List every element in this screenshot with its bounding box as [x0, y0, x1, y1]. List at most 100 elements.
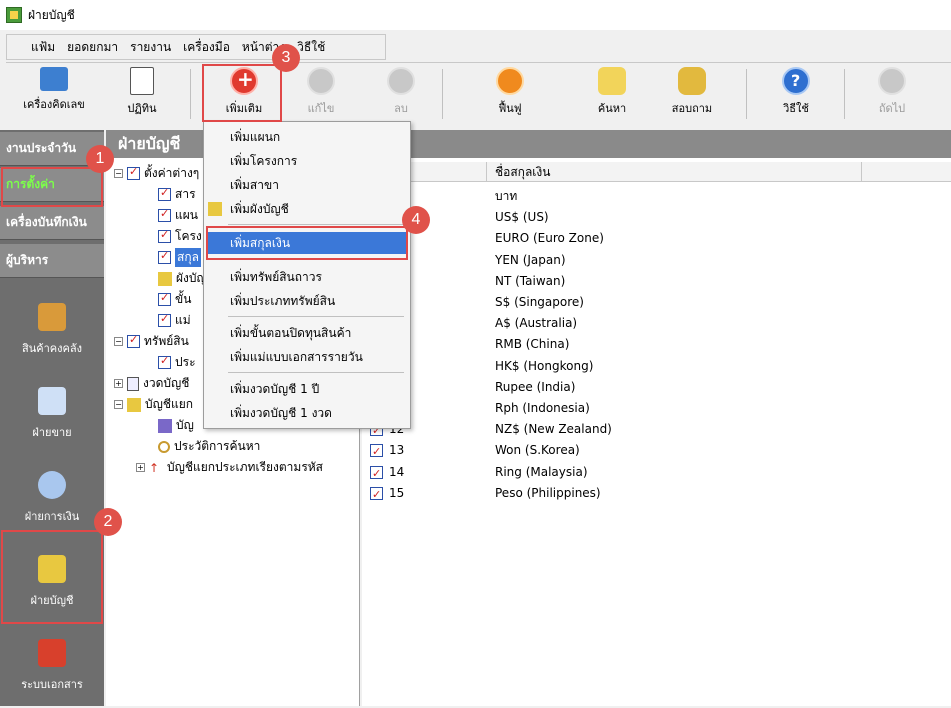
tree-node[interactable]: ประ: [158, 353, 196, 372]
tree-node[interactable]: สาร: [158, 185, 196, 204]
folder-check-icon: [158, 207, 171, 222]
table-row[interactable]: 14 Ring (Malaysia): [362, 462, 951, 484]
menu-item-add-chart-of-accounts[interactable]: เพิ่มผังบัญชี: [206, 198, 408, 220]
row-code: 14: [370, 462, 404, 484]
tree-node[interactable]: บัญ: [158, 416, 194, 435]
menu-item-add-period-single[interactable]: เพิ่มงวดบัญชี 1 งวด: [206, 402, 408, 424]
menu-item-add-fixed-asset[interactable]: เพิ่มทรัพย์สินถาวร: [206, 266, 408, 288]
menu-item-add-project[interactable]: เพิ่มโครงการ: [206, 150, 408, 172]
table-row[interactable]: US$ (US): [362, 207, 951, 228]
table-row[interactable]: HK$ (Hongkong): [362, 356, 951, 377]
table-row[interactable]: EURO (Euro Zone): [362, 228, 951, 249]
help-icon: ?: [782, 67, 810, 95]
highlight-settings: [1, 167, 103, 207]
currency-name: Ring (Malaysia): [495, 464, 588, 479]
title-bar: ฝ่ายบัญชี: [0, 0, 951, 30]
currency-name: US$ (US): [495, 210, 549, 225]
menu-tools[interactable]: เครื่องมือ: [183, 38, 230, 57]
menu-item-add-cost-closing-step[interactable]: เพิ่มขั้นตอนปิดทุนสินค้า: [206, 322, 408, 344]
table-row[interactable]: บาท: [362, 186, 951, 207]
currency-name: YEN (Japan): [495, 252, 566, 267]
table-row[interactable]: 13 Won (S.Korea): [362, 440, 951, 462]
tree-node[interactable]: ขั้น: [158, 290, 191, 309]
tree-node-label: แม่: [175, 313, 191, 327]
menu-item-add-journal-template[interactable]: เพิ่มแม่แบบเอกสารรายวัน: [206, 346, 408, 368]
folder-check-icon: [158, 312, 171, 327]
nav-finance[interactable]: ฝ่ายการเงิน: [0, 456, 104, 540]
table-row[interactable]: S$ (Singapore): [362, 292, 951, 313]
table-row[interactable]: 12NZ$ (New Zealand): [362, 419, 951, 441]
toolbar-separator: [844, 69, 845, 119]
tree-node-ledger[interactable]: − บัญชีแยก: [114, 395, 193, 414]
nav-cash-register[interactable]: เครื่องบันทึกเงิน: [0, 206, 104, 240]
menu-file[interactable]: แฟ้ม: [31, 38, 55, 57]
menu-separator: [228, 372, 404, 373]
currency-name: HK$ (Hongkong): [495, 358, 594, 373]
nav-admin[interactable]: ผู้บริหาร: [0, 244, 104, 278]
tree-node-ledger-by-code[interactable]: + ↑ บัญชีแยกประเภทเรียงตามรหัส: [136, 458, 323, 477]
tree-node[interactable]: แม่: [158, 311, 191, 330]
nav-documents[interactable]: ระบบเอกสาร: [0, 624, 104, 708]
nav-inventory-label: สินค้าคงคลัง: [22, 342, 82, 355]
menu-report[interactable]: รายงาน: [130, 38, 171, 57]
table-row[interactable]: NT (Taiwan): [362, 271, 951, 292]
tree-node-label: สาร: [175, 187, 196, 201]
tree-node-label: โครง: [175, 229, 202, 243]
grid-header: ชื่อสกุลเงิน: [362, 162, 951, 182]
tree-node[interactable]: แผน: [158, 206, 198, 225]
tree-node-label: ประ: [175, 355, 196, 369]
tree-node-label: งวดบัญชี: [143, 376, 190, 390]
inquiry-button[interactable]: สอบถาม: [662, 67, 722, 123]
tree-node-currency[interactable]: สกุล: [158, 248, 201, 267]
collapse-icon[interactable]: −: [114, 337, 123, 346]
scale-icon: [158, 271, 172, 286]
menu-opening-balance[interactable]: ยอดยกมา: [67, 38, 118, 57]
tree-node-assets[interactable]: − ทรัพย์สิน: [114, 332, 189, 351]
tree-node-label: บัญชีแยก: [145, 397, 194, 411]
step-badge-1: 1: [86, 145, 114, 173]
menu-item-add-period-year[interactable]: เพิ่มงวดบัญชี 1 ปี: [206, 378, 408, 400]
table-row[interactable]: 15 Peso (Philippines): [362, 483, 951, 505]
edit-label: แก้ไข: [307, 102, 335, 115]
calendar-icon: [130, 67, 154, 95]
menu-item-add-asset-type[interactable]: เพิ่มประเภททรัพย์สิน: [206, 290, 408, 312]
menu-item-add-branch[interactable]: เพิ่มสาขา: [206, 174, 408, 196]
table-row[interactable]: A$ (Australia): [362, 313, 951, 334]
next-button[interactable]: ถัดไป: [866, 67, 918, 123]
folder-check-icon: [158, 354, 171, 369]
tree-node-settings[interactable]: − ตั้งค่าต่างๆ: [114, 164, 199, 183]
tree-node[interactable]: โครง: [158, 227, 202, 246]
tree-node-label: ประวัติการค้นหา: [174, 439, 261, 453]
expand-icon[interactable]: +: [114, 379, 123, 388]
folder-check-icon: [127, 165, 140, 180]
help-label: วิธีใช้: [783, 102, 809, 115]
tree-node-period[interactable]: + งวดบัญชี: [114, 374, 189, 393]
delete-button[interactable]: ลบ: [376, 67, 426, 123]
magnifier-icon: [158, 440, 170, 453]
table-row[interactable]: Rph (Indonesia): [362, 398, 951, 419]
column-header-currency-name[interactable]: ชื่อสกุลเงิน: [486, 162, 862, 182]
calendar-button[interactable]: ปฏิทิน: [114, 67, 170, 123]
calculator-button[interactable]: เครื่องคิดเลข: [14, 67, 94, 123]
collapse-icon[interactable]: −: [114, 400, 123, 409]
nav-sales[interactable]: ฝ่ายขาย: [0, 372, 104, 456]
menu-help[interactable]: วิธีใช้: [297, 38, 325, 57]
search-button[interactable]: ค้นหา: [586, 67, 638, 123]
refresh-button[interactable]: ฟื้นฟู: [482, 67, 538, 123]
nav-inventory[interactable]: สินค้าคงคลัง: [0, 288, 104, 372]
menu-item-add-department[interactable]: เพิ่มแผนก: [206, 126, 408, 148]
collapse-icon[interactable]: −: [114, 169, 123, 178]
table-row[interactable]: YEN (Japan): [362, 250, 951, 271]
edit-button[interactable]: แก้ไข: [296, 67, 346, 123]
nav-sales-label: ฝ่ายขาย: [32, 426, 72, 439]
expand-icon[interactable]: +: [136, 463, 145, 472]
help-button[interactable]: ? วิธีใช้: [770, 67, 822, 123]
next-label: ถัดไป: [878, 102, 906, 115]
folder-check-icon: [158, 291, 171, 306]
tree-node-search-history[interactable]: ประวัติการค้นหา: [158, 437, 260, 456]
scale-icon: [127, 397, 141, 412]
inquiry-label: สอบถาม: [671, 102, 713, 115]
table-row[interactable]: RMB (China): [362, 334, 951, 355]
table-row[interactable]: Rupee (India): [362, 377, 951, 398]
currency-name: A$ (Australia): [495, 316, 578, 331]
